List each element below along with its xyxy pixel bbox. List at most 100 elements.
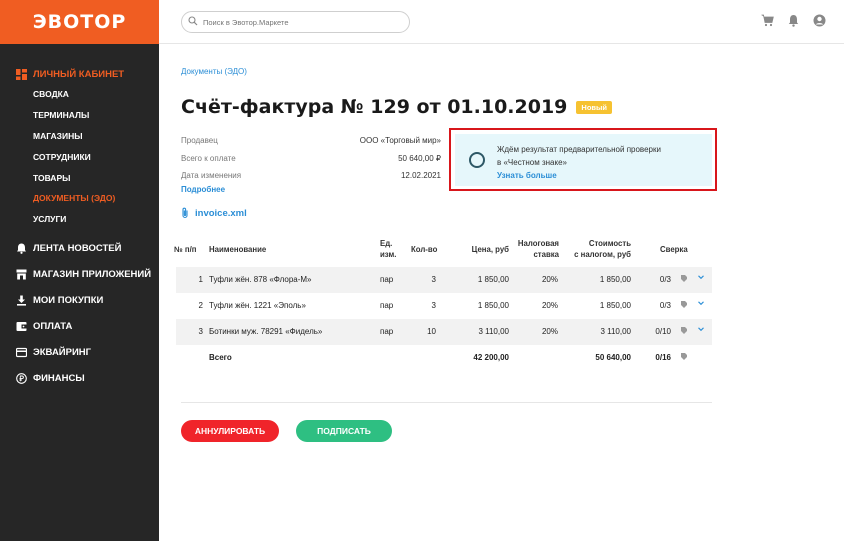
table-row[interactable]: 2 Туфли жён. 1221 «Эполь» пар 3 1 850,00… bbox=[176, 293, 712, 319]
sign-button[interactable]: ПОДПИСАТЬ bbox=[296, 420, 392, 442]
sidebar-nav: ЛИЧНЫЙ КАБИНЕТ СВОДКА ТЕРМИНАЛЫ МАГАЗИНЫ… bbox=[0, 44, 159, 392]
cell-tax: 20% bbox=[541, 275, 558, 284]
sidebar-section-label: ФИНАНСЫ bbox=[33, 373, 85, 385]
status-badge: Новый bbox=[576, 100, 613, 114]
col-header-tax: Налоговая ставка bbox=[516, 238, 559, 260]
sidebar-item-terminals[interactable]: ТЕРМИНАЛЫ bbox=[0, 105, 159, 126]
info-value: 50 640,00 ₽ bbox=[398, 153, 441, 163]
annul-button[interactable]: АННУЛИРОВАТЬ bbox=[181, 420, 279, 442]
page-title: Счёт-фактура № 129 от 01.10.2019 bbox=[181, 96, 568, 118]
col-header-unit-line1: Ед. bbox=[380, 239, 393, 248]
sidebar-section-cabinet[interactable]: ЛИЧНЫЙ КАБИНЕТ bbox=[0, 64, 159, 84]
marking-icon[interactable] bbox=[680, 326, 688, 337]
col-header-unit: Ед. изм. bbox=[380, 238, 396, 260]
logo-text: ЭВОТОР bbox=[32, 11, 127, 33]
cell-no: 3 bbox=[198, 327, 203, 336]
download-icon bbox=[16, 295, 27, 306]
sidebar-item-documents[interactable]: ДОКУМЕНТЫ (ЭДО) bbox=[0, 188, 159, 209]
cell-tax: 20% bbox=[541, 327, 558, 336]
sidebar-item-products[interactable]: ТОВАРЫ bbox=[0, 167, 159, 188]
col-header-total-line2: с налогом, руб bbox=[574, 250, 631, 259]
table-row[interactable]: 1 Туфли жён. 878 «Флора-М» пар 3 1 850,0… bbox=[176, 267, 712, 293]
bell-icon bbox=[16, 243, 27, 254]
col-header-no: № п/п bbox=[174, 245, 197, 254]
sidebar-item-employees[interactable]: СОТРУДНИКИ bbox=[0, 146, 159, 167]
title-row: Счёт-фактура № 129 от 01.10.2019 Новый bbox=[181, 96, 613, 118]
sidebar-section-app-store[interactable]: МАГАЗИН ПРИЛОЖЕНИЙ bbox=[0, 262, 159, 288]
table-row[interactable]: 3 Ботинки муж. 78291 «Фидель» пар 10 3 1… bbox=[176, 319, 712, 345]
marking-icon[interactable] bbox=[680, 274, 688, 285]
chevron-down-icon[interactable] bbox=[697, 273, 705, 283]
attachment-link[interactable]: invoice.xml bbox=[181, 207, 247, 219]
user-icon[interactable] bbox=[813, 14, 826, 27]
cell-price: 1 850,00 bbox=[477, 275, 509, 284]
header-icons bbox=[761, 14, 826, 27]
cell-qty: 3 bbox=[431, 275, 436, 284]
check-notice: Ждём результат предварительной проверки … bbox=[455, 134, 712, 186]
info-value: ООО «Торговый мир» bbox=[359, 136, 441, 146]
table-header: № п/п Наименование Ед. изм. Кол-во Цена, … bbox=[174, 237, 712, 267]
sidebar-item-summary[interactable]: СВОДКА bbox=[0, 84, 159, 105]
cell-unit: пар bbox=[380, 301, 394, 310]
cell-tax: 20% bbox=[541, 301, 558, 310]
cell-check: 0/10 bbox=[655, 327, 671, 336]
cell-total-check: 0/16 bbox=[655, 353, 671, 362]
grid-icon bbox=[16, 68, 27, 80]
notice-line-1: Ждём результат предварительной проверки bbox=[497, 145, 661, 154]
cell-unit: пар bbox=[380, 275, 394, 284]
top-header bbox=[159, 0, 844, 44]
cell-check: 0/3 bbox=[659, 301, 671, 310]
sidebar-section-news[interactable]: ЛЕНТА НОВОСТЕЙ bbox=[0, 236, 159, 262]
logo[interactable]: ЭВОТОР bbox=[0, 0, 159, 44]
info-row-date: Дата изменения 12.02.2021 bbox=[181, 167, 441, 185]
sidebar-section-label: ОПЛАТА bbox=[33, 321, 73, 333]
col-header-tax-line1: Налоговая bbox=[517, 239, 559, 248]
col-header-total: Стоимость с налогом, руб bbox=[571, 238, 631, 260]
chevron-down-icon[interactable] bbox=[697, 299, 705, 309]
marking-icon[interactable] bbox=[680, 352, 688, 363]
cell-qty: 10 bbox=[427, 327, 436, 336]
cell-name: Ботинки муж. 78291 «Фидель» bbox=[209, 327, 323, 336]
cell-name: Туфли жён. 1221 «Эполь» bbox=[209, 301, 306, 310]
info-label: Продавец bbox=[181, 136, 218, 146]
info-value: 12.02.2021 bbox=[400, 171, 441, 181]
sidebar-section-label: ЛИЧНЫЙ КАБИНЕТ bbox=[33, 68, 125, 80]
learn-more-link[interactable]: Узнать больше bbox=[497, 169, 661, 182]
cell-unit: пар bbox=[380, 327, 394, 336]
search-input[interactable] bbox=[203, 17, 393, 27]
col-header-tax-line2: ставка bbox=[533, 250, 559, 259]
marking-icon[interactable] bbox=[680, 300, 688, 311]
bell-icon[interactable] bbox=[787, 14, 800, 27]
info-row-total: Всего к оплате 50 640,00 ₽ bbox=[181, 150, 441, 168]
col-header-qty: Кол-во bbox=[411, 245, 438, 254]
sidebar-section-purchases[interactable]: МОИ ПОКУПКИ bbox=[0, 288, 159, 314]
sidebar-item-services[interactable]: УСЛУГИ bbox=[0, 209, 159, 230]
sidebar-section-payment[interactable]: ОПЛАТА bbox=[0, 314, 159, 340]
cell-no: 1 bbox=[198, 275, 203, 284]
paperclip-icon bbox=[181, 207, 189, 219]
sidebar-section-acquiring[interactable]: ЭКВАЙРИНГ bbox=[0, 340, 159, 366]
document-info: Продавец ООО «Торговый мир» Всего к опла… bbox=[181, 132, 441, 199]
search-box[interactable] bbox=[181, 11, 410, 33]
sidebar-section-label: ЛЕНТА НОВОСТЕЙ bbox=[33, 243, 122, 255]
cell-total-price: 42 200,00 bbox=[473, 353, 509, 362]
cell-price: 3 110,00 bbox=[478, 327, 509, 336]
sidebar-item-stores[interactable]: МАГАЗИНЫ bbox=[0, 126, 159, 147]
details-link[interactable]: Подробнее bbox=[181, 185, 441, 199]
divider bbox=[181, 402, 712, 403]
store-icon bbox=[16, 269, 27, 280]
card-icon bbox=[16, 347, 27, 358]
search-icon bbox=[188, 13, 198, 31]
cell-total: 1 850,00 bbox=[599, 275, 631, 284]
col-header-unit-line2: изм. bbox=[380, 250, 397, 259]
sidebar-section-finance[interactable]: ФИНАНСЫ bbox=[0, 366, 159, 392]
wallet-icon bbox=[16, 321, 27, 332]
cell-no: 2 bbox=[198, 301, 203, 310]
col-header-price: Цена, руб bbox=[471, 245, 509, 254]
cell-check: 0/3 bbox=[659, 275, 671, 284]
info-label: Дата изменения bbox=[181, 171, 242, 181]
attachment-name: invoice.xml bbox=[195, 207, 247, 219]
cart-icon[interactable] bbox=[761, 14, 774, 27]
breadcrumb[interactable]: Документы (ЭДО) bbox=[181, 67, 247, 76]
chevron-down-icon[interactable] bbox=[697, 325, 705, 335]
